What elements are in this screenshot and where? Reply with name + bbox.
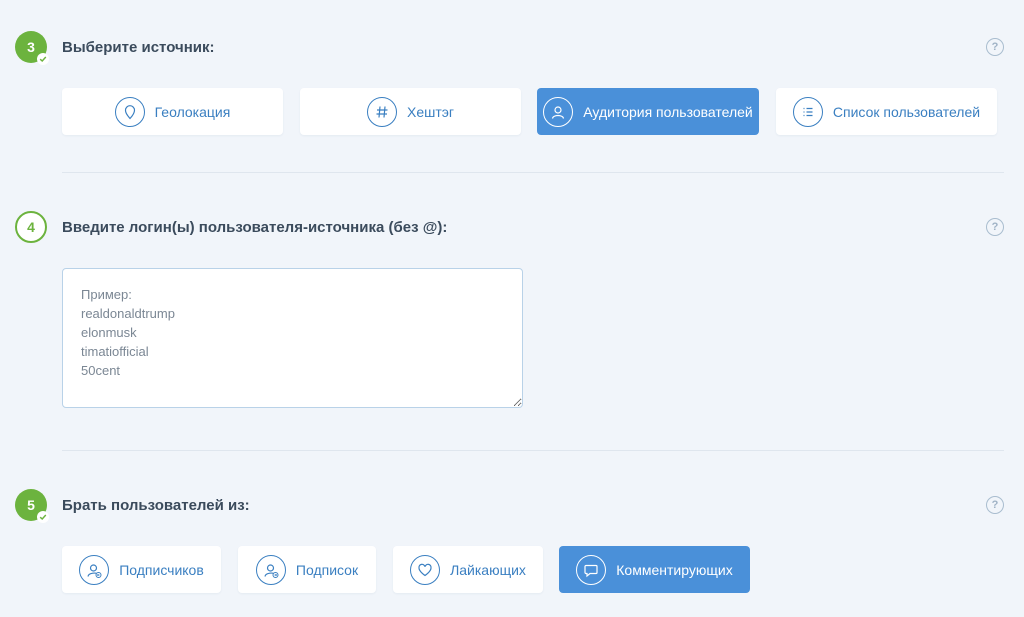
from-commenters-button[interactable]: Комментирующих	[559, 546, 750, 593]
option-label: Комментирующих	[616, 561, 733, 578]
help-icon[interactable]: ?	[986, 496, 1004, 514]
step-4-badge: 4	[15, 211, 47, 243]
step-number: 5	[27, 497, 35, 513]
option-label: Лайкающих	[450, 561, 526, 578]
step-5-badge: 5	[15, 489, 49, 523]
source-hashtag-button[interactable]: Хештэг	[300, 88, 521, 135]
step-3-badge: 3	[15, 31, 49, 65]
source-logins-input[interactable]	[62, 268, 523, 408]
followings-icon	[255, 554, 286, 585]
help-icon[interactable]: ?	[986, 38, 1004, 56]
step-5-header: 5 Брать пользователей из: ?	[15, 489, 1004, 523]
heart-icon	[410, 554, 441, 585]
from-likers-button[interactable]: Лайкающих	[393, 546, 543, 593]
option-label: Хештэг	[406, 103, 455, 120]
check-icon	[37, 53, 49, 65]
source-geolocation-button[interactable]: Геолокация	[62, 88, 283, 135]
help-icon[interactable]: ?	[986, 218, 1004, 236]
step-number: 3	[27, 39, 35, 55]
step-5-title: Брать пользователей из:	[62, 496, 250, 514]
option-label: Аудитория пользователей	[583, 103, 753, 120]
option-label: Список пользователей	[832, 103, 981, 120]
option-label: Геолокация	[154, 103, 231, 120]
step-4-title: Введите логин(ы) пользователя-источника …	[62, 218, 448, 236]
option-label: Подписчиков	[119, 561, 204, 578]
location-pin-icon	[114, 96, 145, 127]
source-audience-button[interactable]: Аудитория пользователей	[537, 88, 759, 135]
user-audience-icon	[543, 96, 574, 127]
source-user-list-button[interactable]: Список пользователей	[776, 88, 997, 135]
step-4-header: 4 Введите логин(ы) пользователя-источник…	[15, 211, 1004, 243]
step-3-title: Выберите источник:	[62, 38, 215, 56]
followers-icon	[79, 554, 110, 585]
step-number: 4	[27, 219, 35, 235]
from-followers-button[interactable]: Подписчиков	[62, 546, 221, 593]
check-icon	[37, 511, 49, 523]
comment-icon	[576, 554, 607, 585]
divider	[62, 450, 1004, 451]
hashtag-icon	[366, 96, 397, 127]
from-followings-button[interactable]: Подписок	[238, 546, 376, 593]
option-label: Подписок	[295, 561, 359, 578]
list-icon	[792, 96, 823, 127]
step-3-header: 3 Выберите источник: ?	[15, 31, 1004, 65]
divider	[62, 172, 1004, 173]
